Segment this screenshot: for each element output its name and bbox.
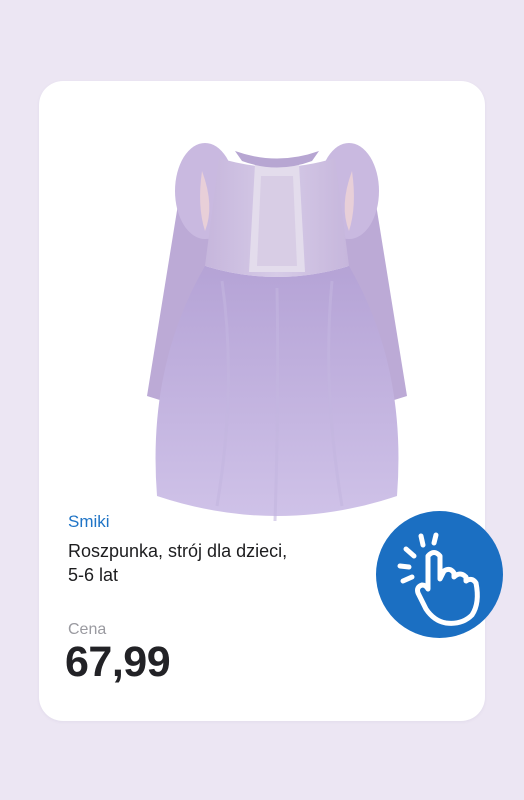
product-image [127, 66, 427, 536]
product-title[interactable]: Roszpunka, strój dla dzieci, 5-6 lat [68, 539, 308, 587]
product-brand[interactable]: Smiki [68, 512, 110, 532]
product-price: 67,99 [65, 638, 171, 686]
price-label: Cena [68, 621, 107, 638]
tap-hand-icon [397, 532, 480, 626]
product-card[interactable]: Smiki Roszpunka, strój dla dzieci, 5-6 l… [39, 81, 503, 721]
tap-action-button[interactable] [376, 511, 503, 638]
dress-image [147, 143, 407, 522]
